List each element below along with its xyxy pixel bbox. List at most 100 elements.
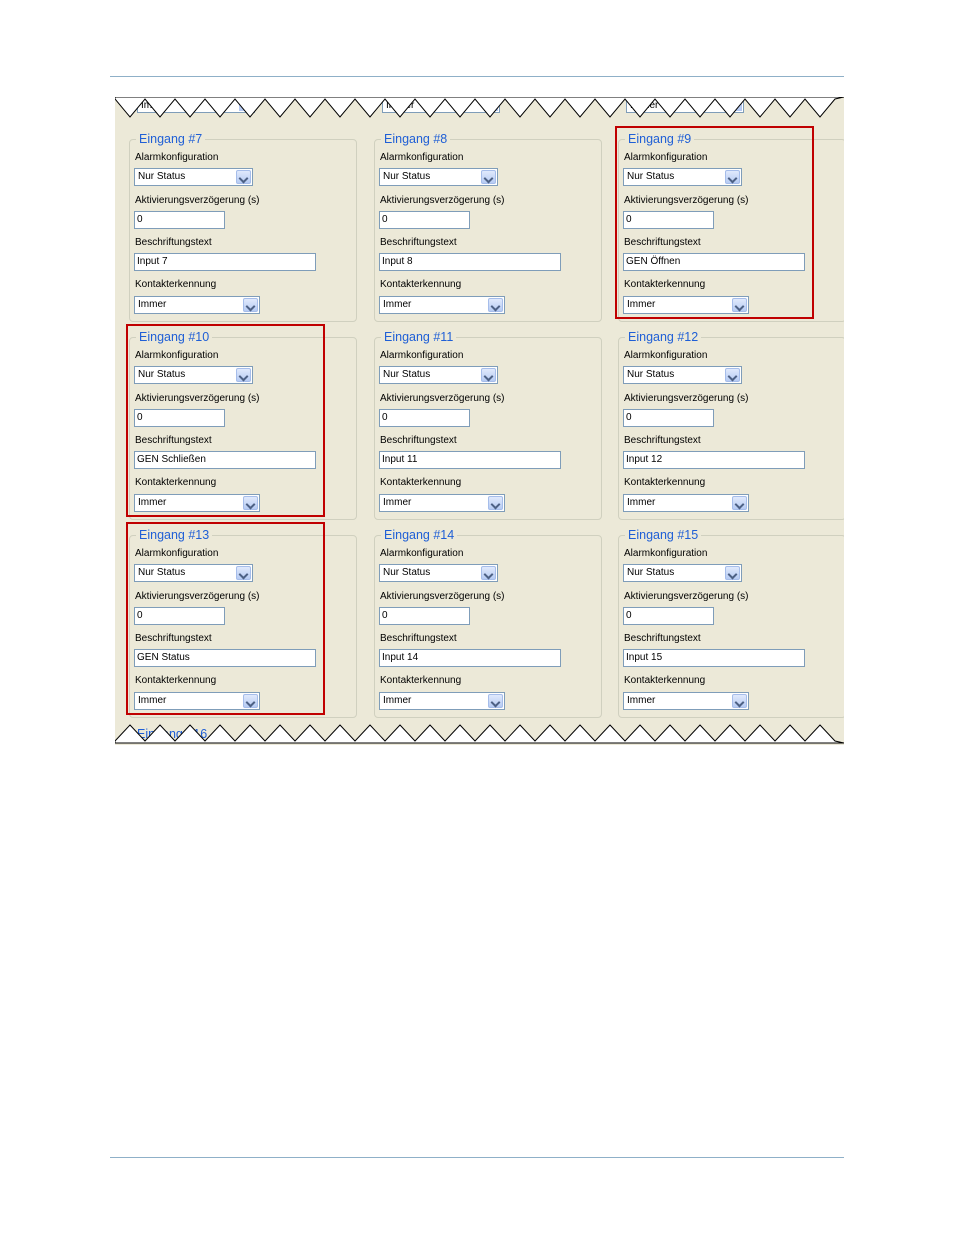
alarm-config-value: Nur Status xyxy=(138,567,186,578)
activation-delay-label: Aktivierungsverzögerung (s) xyxy=(380,195,505,206)
alarm-config-select[interactable]: Nur Status xyxy=(379,366,498,384)
input-group: Eingang #15 Alarmkonfiguration Nur Status A… xyxy=(618,527,844,718)
label-text-label: Beschriftungstext xyxy=(380,435,457,446)
alarm-config-label: Alarmkonfiguration xyxy=(624,152,708,163)
dropdown-arrow-icon xyxy=(481,368,496,382)
dropdown-arrow-icon xyxy=(481,566,496,580)
dropdown-arrow-icon xyxy=(725,170,740,184)
contact-recognition-value: Immer xyxy=(138,497,167,508)
alarm-config-select[interactable]: Nur Status xyxy=(134,564,253,582)
contact-recognition-value: Immer xyxy=(138,695,167,706)
contact-recognition-label: Kontakterkennung xyxy=(380,477,462,488)
alarm-config-value: Nur Status xyxy=(383,567,431,578)
torn-edge-bottom xyxy=(115,724,844,744)
contact-recognition-label: Kontakterkennung xyxy=(135,477,217,488)
contact-recognition-select[interactable]: Immer xyxy=(623,692,749,710)
label-text-input[interactable]: GEN Öffnen xyxy=(623,253,805,271)
activation-delay-input[interactable]: 0 xyxy=(379,211,470,229)
alarm-config-select[interactable]: Nur Status xyxy=(623,564,742,582)
contact-recognition-select[interactable]: Immer xyxy=(134,296,260,314)
contact-recognition-label: Kontakterkennung xyxy=(624,477,706,488)
group-title: Eingang #11 xyxy=(381,329,457,345)
contact-recognition-value: Immer xyxy=(383,299,412,310)
contact-recognition-value: Immer xyxy=(383,497,412,508)
stub-select-2[interactable]: Immer xyxy=(382,97,500,113)
activation-delay-label: Aktivierungsverzögerung (s) xyxy=(624,591,749,602)
alarm-config-label: Alarmkonfiguration xyxy=(135,152,219,163)
activation-delay-label: Aktivierungsverzögerung (s) xyxy=(624,195,749,206)
label-text-input[interactable]: Input 15 xyxy=(623,649,805,667)
activation-delay-input[interactable]: 0 xyxy=(623,409,714,427)
contact-recognition-value: Immer xyxy=(627,695,656,706)
activation-delay-input[interactable]: 0 xyxy=(623,211,714,229)
group-title: Eingang #9 xyxy=(625,131,695,147)
alarm-config-select[interactable]: Nur Status xyxy=(623,366,742,384)
dropdown-arrow-icon xyxy=(481,170,496,184)
alarm-config-value: Nur Status xyxy=(138,171,186,182)
activation-delay-input[interactable]: 0 xyxy=(379,409,470,427)
activation-delay-label: Aktivierungsverzögerung (s) xyxy=(380,393,505,404)
contact-recognition-select[interactable]: Immer xyxy=(623,296,749,314)
dropdown-arrow-icon xyxy=(732,496,747,510)
alarm-config-label: Alarmkonfiguration xyxy=(380,548,464,559)
contact-recognition-label: Kontakterkennung xyxy=(135,675,217,686)
contact-recognition-select[interactable]: Immer xyxy=(379,494,505,512)
contact-recognition-select[interactable]: Immer xyxy=(379,692,505,710)
group-title: Eingang #14 xyxy=(381,527,458,543)
alarm-config-value: Nur Status xyxy=(627,171,675,182)
label-text-input[interactable]: GEN Schließen xyxy=(134,451,316,469)
group-title: Eingang #7 xyxy=(136,131,206,147)
alarm-config-select[interactable]: Nur Status xyxy=(134,366,253,384)
activation-delay-input[interactable]: 0 xyxy=(134,409,225,427)
contact-recognition-label: Kontakterkennung xyxy=(135,279,217,290)
dropdown-arrow-icon xyxy=(728,99,742,111)
dropdown-arrow-icon xyxy=(488,694,503,708)
header-rule xyxy=(110,76,844,77)
label-text-input[interactable]: GEN Status xyxy=(134,649,316,667)
input-group: Eingang #11 Alarmkonfiguration Nur Status A… xyxy=(374,329,602,520)
alarm-config-value: Nur Status xyxy=(383,171,431,182)
group-title: Eingang #15 xyxy=(625,527,702,543)
dropdown-arrow-icon xyxy=(243,298,258,312)
label-text-label: Beschriftungstext xyxy=(135,237,212,248)
input-group: Eingang #12 Alarmkonfiguration Nur Status A… xyxy=(618,329,844,520)
activation-delay-input[interactable]: 0 xyxy=(623,607,714,625)
contact-recognition-select[interactable]: Immer xyxy=(134,692,260,710)
activation-delay-label: Aktivierungsverzögerung (s) xyxy=(624,393,749,404)
alarm-config-select[interactable]: Nur Status xyxy=(379,168,498,186)
label-text-input[interactable]: Input 11 xyxy=(379,451,561,469)
activation-delay-label: Aktivierungsverzögerung (s) xyxy=(135,591,260,602)
alarm-config-select[interactable]: Nur Status xyxy=(623,168,742,186)
activation-delay-input[interactable]: 0 xyxy=(134,211,225,229)
contact-recognition-label: Kontakterkennung xyxy=(380,279,462,290)
contact-recognition-value: Immer xyxy=(627,299,656,310)
contact-recognition-select[interactable]: Immer xyxy=(623,494,749,512)
activation-delay-label: Aktivierungsverzögerung (s) xyxy=(380,591,505,602)
dropdown-arrow-icon xyxy=(239,99,253,111)
label-text-label: Beschriftungstext xyxy=(135,435,212,446)
group-title: Eingang #10 xyxy=(136,329,213,345)
stub-select-3[interactable]: Immer xyxy=(626,97,744,113)
activation-delay-input[interactable]: 0 xyxy=(379,607,470,625)
alarm-config-select[interactable]: Nur Status xyxy=(134,168,253,186)
label-text-input[interactable]: Input 12 xyxy=(623,451,805,469)
alarm-config-label: Alarmkonfiguration xyxy=(135,548,219,559)
contact-recognition-label: Kontakterkennung xyxy=(380,675,462,686)
activation-delay-input[interactable]: 0 xyxy=(134,607,225,625)
alarm-config-select[interactable]: Nur Status xyxy=(379,564,498,582)
label-text-label: Beschriftungstext xyxy=(380,633,457,644)
label-text-input[interactable]: Input 8 xyxy=(379,253,561,271)
label-text-input[interactable]: Input 7 xyxy=(134,253,316,271)
alarm-config-label: Alarmkonfiguration xyxy=(135,350,219,361)
contact-recognition-label: Kontakterkennung xyxy=(624,279,706,290)
stub-select-value: Immer xyxy=(630,100,659,111)
settings-screenshot: Immer Immer Immer Eingang #7 Alarmkonfigu… xyxy=(115,97,844,745)
label-text-input[interactable]: Input 14 xyxy=(379,649,561,667)
alarm-config-value: Nur Status xyxy=(383,369,431,380)
contact-recognition-value: Immer xyxy=(627,497,656,508)
stub-select-1[interactable]: Immer xyxy=(137,97,255,113)
contact-recognition-select[interactable]: Immer xyxy=(134,494,260,512)
contact-recognition-value: Immer xyxy=(138,299,167,310)
dropdown-arrow-icon xyxy=(236,566,251,580)
contact-recognition-select[interactable]: Immer xyxy=(379,296,505,314)
